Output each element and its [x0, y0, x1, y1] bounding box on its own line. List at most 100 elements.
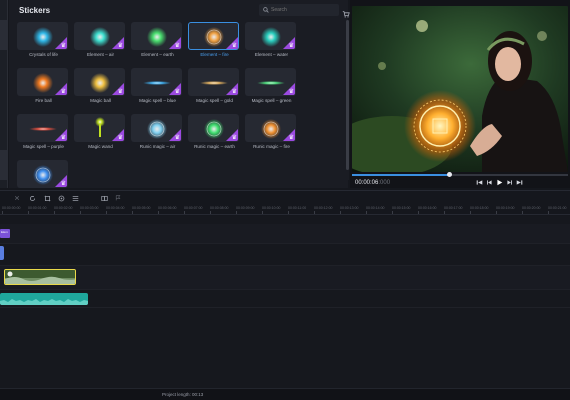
sticker-tile[interactable]: ♛ Element – fire	[186, 20, 243, 66]
track-marker[interactable]	[0, 246, 4, 260]
stickers-panel: Stickers ♛Crystals of life♛Element – air…	[9, 0, 350, 188]
sticker-label: Fire ball	[35, 98, 52, 103]
ruler-label: 00:00:07:00	[184, 206, 203, 210]
ruler-tick	[28, 211, 29, 214]
ruler-tick	[418, 211, 419, 214]
sticker-thumbnail[interactable]: ♛	[17, 114, 68, 142]
progress-knob[interactable]	[446, 172, 452, 177]
sticker-tile[interactable]: ♛ Magic wand	[72, 112, 129, 158]
redo-icon[interactable]	[28, 194, 36, 202]
ruler-tick	[262, 211, 263, 214]
sticker-thumbnail[interactable]: ♛	[74, 114, 125, 142]
sticker-tile[interactable]: ♛ Runic magic – earth	[186, 112, 243, 158]
ruler-tick	[366, 211, 367, 214]
sticker-thumbnail[interactable]: ♛	[17, 68, 68, 96]
sticker-label: Element – air	[86, 52, 115, 57]
sticker-tile[interactable]: ♛ Magic ball	[72, 66, 129, 112]
timeline-ruler[interactable]: 00:00:00:00 00:00:01:00 00:00:02:00 00:00:0…	[0, 204, 570, 215]
side-tab[interactable]	[0, 20, 8, 50]
sticker-tile[interactable]: ♛ Runic magic – fire	[243, 112, 300, 158]
skip-end-icon[interactable]	[516, 179, 523, 186]
ruler-label: 00:00:15:00	[392, 206, 411, 210]
panel-side-strip	[0, 0, 8, 188]
crown-icon: ♛	[60, 135, 66, 141]
sticker-tile[interactable]: ♛ Magic spell – green	[243, 66, 300, 112]
sticker-tile[interactable]: ♛ Crystals of life	[15, 20, 72, 66]
sticker-thumbnail[interactable]: ♛	[74, 22, 125, 50]
panel-scrollbar[interactable]	[346, 20, 349, 180]
sticker-label: Magic spell – gold	[196, 98, 233, 103]
ruler-label: 00:00:12:00	[314, 206, 333, 210]
sticker-tile[interactable]: ♛ Magic spell – blue	[129, 66, 186, 112]
ruler-tick	[184, 211, 185, 214]
sticker-thumbnail[interactable]: ♛	[188, 22, 239, 50]
audio-clip[interactable]	[0, 293, 88, 305]
sticker-tile[interactable]: ♛ Element – earth	[129, 20, 186, 66]
crown-icon: ♛	[288, 135, 294, 141]
sticker-track: Elem	[0, 224, 570, 244]
sticker-clip[interactable]: Elem	[0, 229, 10, 238]
split-icon[interactable]	[100, 194, 108, 202]
sticker-thumbnail[interactable]: ♛	[17, 22, 68, 50]
sticker-label: Element – fire	[200, 52, 229, 57]
panel-title: Stickers	[19, 6, 51, 15]
ruler-label: 00:00:19:00	[496, 206, 515, 210]
sticker-tile[interactable]: ♛ Fire ball	[15, 66, 72, 112]
sticker-tile[interactable]: ♛ Magic spell – purple	[15, 112, 72, 158]
sticker-tile[interactable]: ♛ Runic magic – air	[129, 112, 186, 158]
sticker-thumbnail[interactable]: ♛	[74, 68, 125, 96]
video-track	[0, 266, 570, 290]
scrollbar-thumb[interactable]	[346, 20, 349, 170]
ruler-label: 00:00:01:00	[28, 206, 47, 210]
sticker-tile[interactable]: ♛ Element – air	[72, 20, 129, 66]
ruler-tick	[210, 211, 211, 214]
sticker-thumbnail[interactable]: ♛	[245, 114, 296, 142]
crown-icon: ♛	[117, 135, 123, 141]
ruler-tick	[340, 211, 341, 214]
sticker-thumbnail[interactable]: ♛	[245, 68, 296, 96]
settings-list-icon[interactable]	[71, 194, 79, 202]
sticker-thumbnail[interactable]: ♛	[131, 22, 182, 50]
side-tab[interactable]	[0, 150, 8, 180]
playback-progress[interactable]	[352, 172, 568, 177]
crown-icon: ♛	[174, 43, 180, 49]
sticker-thumbnail[interactable]: ♛	[188, 114, 239, 142]
video-clip[interactable]	[4, 269, 76, 285]
crown-icon: ♛	[231, 89, 237, 95]
next-frame-icon[interactable]	[506, 179, 513, 186]
ruler-tick	[2, 211, 3, 214]
search-input[interactable]	[271, 7, 331, 13]
ruler-label: 00:00:11:00	[288, 206, 307, 210]
progress-fill	[352, 174, 450, 176]
ruler-tick	[158, 211, 159, 214]
skip-start-icon[interactable]	[476, 179, 483, 186]
crown-icon: ♛	[231, 43, 237, 49]
prev-frame-icon[interactable]	[486, 179, 493, 186]
sticker-thumbnail[interactable]: ♛	[131, 68, 182, 96]
timecode-main: 00:00:06	[355, 180, 379, 186]
timeline-toolbar	[0, 190, 570, 204]
ruler-label: 00:00:16:00	[418, 206, 437, 210]
sticker-thumbnail[interactable]: ♛	[188, 68, 239, 96]
status-bar: Project length: 00:13	[0, 388, 570, 400]
sticker-thumbnail[interactable]: ♛	[131, 114, 182, 142]
marker-icon[interactable]	[114, 194, 122, 202]
undo-icon[interactable]	[13, 194, 21, 202]
ruler-tick	[392, 211, 393, 214]
sticker-tile[interactable]: ♛ Magic spell – gold	[186, 66, 243, 112]
project-length: Project length: 00:13	[162, 392, 204, 397]
crown-icon: ♛	[117, 43, 123, 49]
sticker-thumbnail[interactable]: ♛	[245, 22, 296, 50]
crown-icon: ♛	[231, 135, 237, 141]
play-icon[interactable]	[496, 179, 503, 186]
search-box[interactable]	[259, 4, 339, 16]
video-preview[interactable]	[352, 6, 568, 172]
sticker-thumbnail[interactable]: ♛	[17, 160, 68, 188]
sticker-label: Magic spell – green	[251, 98, 292, 103]
color-icon[interactable]	[57, 194, 65, 202]
sticker-tile[interactable]: ♛ Element – water	[243, 20, 300, 66]
crop-icon[interactable]	[43, 194, 51, 202]
sticker-label: Crystals of life	[29, 52, 58, 57]
effects-track	[0, 244, 570, 266]
sticker-label: Magic spell – purple	[23, 144, 64, 149]
